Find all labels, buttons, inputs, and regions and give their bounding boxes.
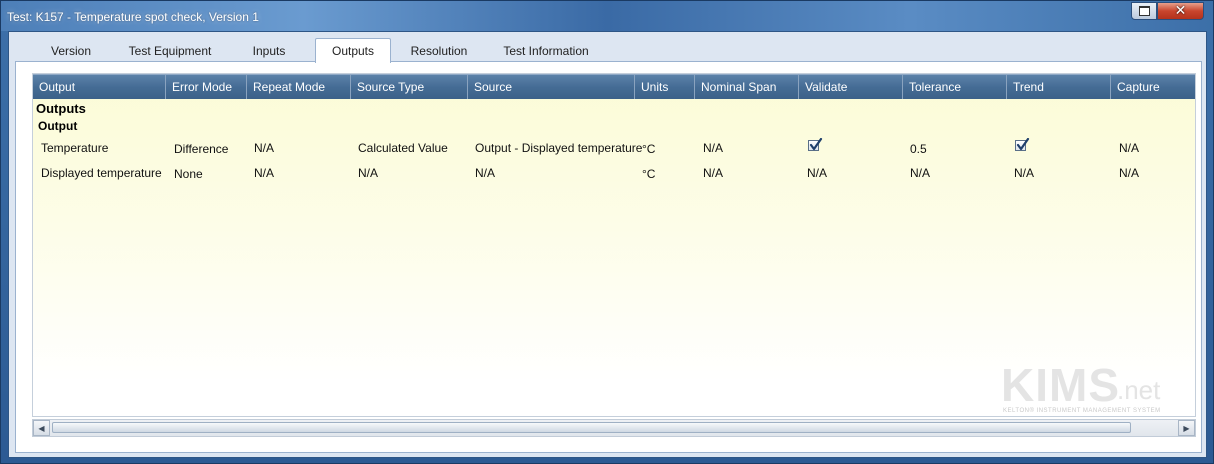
validate-checkbox-checked-icon[interactable] [808,138,823,151]
subgroup-title: Output [38,119,78,133]
column-header-nominal-span[interactable]: Nominal Span [695,75,799,99]
cell-units: °C [642,142,656,156]
arrow-right-icon: ▶ [1183,423,1190,433]
column-header-validate[interactable]: Validate [799,75,903,99]
close-icon: ✕ [1174,3,1187,19]
column-header-output[interactable]: Output [33,75,166,99]
tab-test-information[interactable]: Test Information [491,41,601,62]
column-header-units[interactable]: Units [635,75,695,99]
client-area: Version Test Equipment Inputs Outputs Re… [8,31,1207,458]
window-title: Test: K157 - Temperature spot check, Ver… [7,10,259,24]
arrow-left-icon: ◀ [38,423,45,433]
column-header-capture[interactable]: Capture [1111,75,1195,99]
logo-tagline: KELTON® INSTRUMENT MANAGEMENT SYSTEM [1003,408,1161,414]
cell-repeat-mode: N/A [254,166,275,180]
tab-inputs[interactable]: Inputs [239,41,299,62]
tab-version[interactable]: Version [39,41,103,62]
scroll-right-button[interactable]: ▶ [1178,420,1195,436]
column-header-tolerance[interactable]: Tolerance [903,75,1007,99]
cell-validate: N/A [807,166,828,180]
column-header-error-mode[interactable]: Error Mode [166,75,247,99]
trend-checkbox-checked-icon[interactable] [1015,138,1030,151]
cell-tolerance: N/A [910,166,931,180]
group-title: Outputs [36,101,86,116]
cell-source: N/A [475,166,496,180]
close-button[interactable]: ✕ [1157,2,1204,20]
cell-capture: N/A [1119,141,1140,155]
scrollbar-thumb[interactable] [52,422,1131,433]
cell-source-type: N/A [358,166,379,180]
cell-capture: N/A [1119,166,1140,180]
logo-suffix-text: .net [1117,375,1161,405]
logo-main-text: KIMS [1001,359,1120,411]
maximize-button[interactable] [1131,2,1157,20]
scroll-left-button[interactable]: ◀ [33,420,50,436]
cell-error-mode: Difference [174,142,229,156]
maximize-icon [1138,6,1150,16]
application-window: Test: K157 - Temperature spot check, Ver… [0,0,1214,464]
horizontal-scrollbar[interactable]: ◀ ▶ [32,419,1196,437]
cell-tolerance: 0.5 [910,142,927,156]
column-header-trend[interactable]: Trend [1007,75,1111,99]
kims-logo: KIMS .net KELTON® INSTRUMENT MANAGEMENT … [1001,362,1161,416]
title-bar[interactable]: Test: K157 - Temperature spot check, Ver… [1,1,1213,31]
tab-test-equipment[interactable]: Test Equipment [119,41,221,62]
outputs-grid: Output Error Mode Repeat Mode Source Typ… [32,73,1196,417]
cell-nominal-span: N/A [703,141,724,155]
cell-error-mode: None [174,167,203,181]
cell-trend: N/A [1014,166,1035,180]
column-header-repeat-mode[interactable]: Repeat Mode [247,75,351,99]
column-header-source[interactable]: Source [468,75,635,99]
cell-source-type: Calculated Value [358,141,448,155]
tab-resolution[interactable]: Resolution [403,41,475,62]
cell-output: Displayed temperature [41,166,162,180]
column-header-source-type[interactable]: Source Type [351,75,468,99]
cell-output: Temperature [41,141,109,155]
grid-header: Output Error Mode Repeat Mode Source Typ… [33,74,1195,99]
tab-strip: Version Test Equipment Inputs Outputs Re… [9,36,1206,63]
cell-source: Output - Displayed temperature [475,141,643,155]
cell-repeat-mode: N/A [254,141,275,155]
tab-outputs[interactable]: Outputs [315,38,391,63]
outputs-panel: Output Error Mode Repeat Mode Source Typ… [15,61,1202,453]
cell-nominal-span: N/A [703,166,724,180]
cell-units: °C [642,167,656,181]
